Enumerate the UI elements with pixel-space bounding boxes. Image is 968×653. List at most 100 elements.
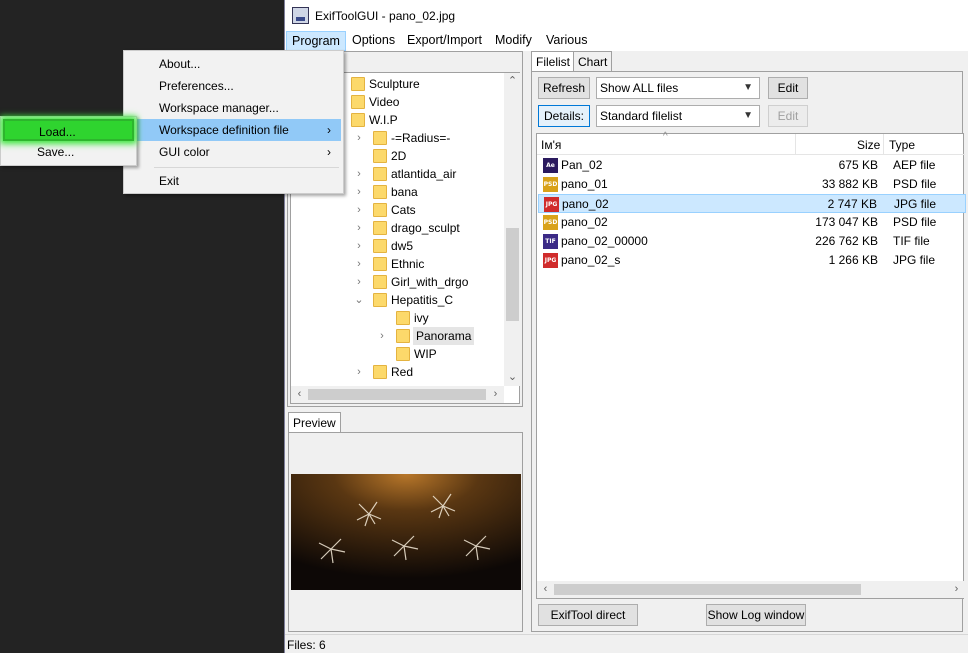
tree-folder-label: dw5 [391, 239, 414, 253]
filelist-hscroll-thumb[interactable] [554, 584, 861, 595]
preview-area [288, 432, 523, 632]
menu-program[interactable]: Program [286, 31, 346, 51]
menu-item-preferences[interactable]: Preferences... [126, 75, 341, 97]
folder-icon [373, 167, 387, 181]
expand-right-icon[interactable]: › [353, 219, 365, 237]
file-type-icon: Ae [543, 158, 558, 173]
menu-export-import[interactable]: Export/Import [402, 31, 487, 51]
tree-folder-label: Ethnic [391, 257, 425, 271]
exiftool-direct-button[interactable]: ExifTool direct [538, 604, 638, 626]
expand-right-icon[interactable]: › [353, 273, 365, 291]
menu-item-exit[interactable]: Exit [126, 170, 341, 192]
menu-options[interactable]: Options [347, 31, 400, 51]
scroll-left-icon[interactable]: ‹ [537, 581, 554, 598]
expand-right-icon[interactable]: › [353, 129, 365, 147]
tree-folder-label: Video [369, 95, 400, 109]
tree-folder-label: bana [391, 185, 418, 199]
app-icon [292, 7, 309, 24]
file-name: pano_02_s [561, 253, 621, 267]
tree-horizontal-scrollbar[interactable]: ‹ › [291, 386, 504, 403]
expand-right-icon[interactable]: › [353, 255, 365, 273]
expand-right-icon[interactable]: › [353, 183, 365, 201]
expand-right-icon[interactable]: › [376, 327, 388, 345]
file-type: AEP file [893, 158, 936, 172]
tree-vertical-scrollbar[interactable]: ⌃ ⌄ [504, 73, 521, 386]
submenu-item-save[interactable]: Save... [3, 141, 134, 163]
scroll-right-icon[interactable]: › [948, 581, 965, 598]
tree-folder-label: Panorama [413, 327, 475, 345]
tree-folder-label: WIP [414, 347, 437, 361]
window-title: ExifToolGUI - pano_02.jpg [315, 9, 456, 23]
menu-various[interactable]: Various [541, 31, 592, 51]
expand-right-icon[interactable]: › [353, 363, 365, 381]
file-name: Pan_02 [561, 158, 603, 172]
file-name: pano_02 [562, 197, 609, 211]
folder-icon [396, 329, 410, 343]
workspace-submenu: Load... Save... [0, 116, 137, 166]
file-type-icon: PSD [543, 215, 558, 230]
tree-hscroll-thumb[interactable] [308, 389, 486, 400]
tree-folder-label: Girl_with_drgo [391, 275, 469, 289]
submenu-arrow-icon: › [327, 123, 331, 137]
tab-preview[interactable]: Preview [288, 412, 341, 433]
file-row[interactable]: JPG pano_02_s 1 266 KB JPG file [538, 251, 966, 270]
view-select[interactable]: Standard filelist ▼ [596, 105, 760, 127]
tree-folder-label: Sculpture [369, 77, 420, 91]
folder-icon [373, 221, 387, 235]
menu-modify[interactable]: Modify [490, 31, 537, 51]
tree-folder-label: Hepatitis_C [391, 293, 454, 307]
file-type: PSD file [893, 177, 937, 191]
folder-icon [373, 257, 387, 271]
show-log-window-button[interactable]: Show Log window [706, 604, 806, 626]
menu-item-gui-color[interactable]: GUI color › [126, 141, 341, 163]
file-row[interactable]: JPG pano_02 2 747 KB JPG file [538, 194, 966, 213]
menu-item-workspace-manager[interactable]: Workspace manager... [126, 97, 341, 119]
scroll-up-icon[interactable]: ⌃ [504, 73, 521, 90]
column-type-header[interactable]: Type [889, 138, 915, 152]
expand-right-icon[interactable]: › [353, 201, 365, 219]
tab-filelist[interactable]: Filelist [531, 51, 576, 72]
folder-icon [373, 293, 387, 307]
sort-ascending-icon: ^ [663, 131, 668, 142]
edit-view-button[interactable]: Edit [768, 105, 808, 127]
file-name: pano_02 [561, 215, 608, 229]
tree-scroll-thumb[interactable] [506, 228, 519, 321]
edit-filter-button[interactable]: Edit [768, 77, 808, 99]
expand-right-icon[interactable]: › [353, 165, 365, 183]
file-list: Ім'я ^ Size Type Ae Pan_02 675 KB AEP file P… [536, 131, 966, 599]
expand-down-icon[interactable]: ⌄ [353, 291, 365, 309]
tree-folder-label: ivy [414, 311, 429, 325]
scroll-left-icon[interactable]: ‹ [291, 386, 308, 403]
menu-item-workspace-definition-file[interactable]: Workspace definition file › [126, 119, 341, 141]
tree-folder-label: Red [391, 365, 414, 379]
chevron-down-icon: ▼ [743, 110, 753, 121]
file-filter-value: Show ALL files [600, 81, 679, 95]
menu-item-label: GUI color [159, 145, 210, 159]
folder-icon [373, 149, 387, 163]
refresh-button[interactable]: Refresh [538, 77, 590, 99]
submenu-item-load[interactable]: Load... [3, 119, 134, 141]
tree-folder-label: drago_sculpt [391, 221, 460, 235]
menu-item-about[interactable]: About... [126, 53, 341, 75]
scroll-right-icon[interactable]: › [487, 386, 504, 403]
tab-chart[interactable]: Chart [573, 51, 613, 71]
file-type-icon: JPG [543, 253, 558, 268]
title-bar: ExifToolGUI - pano_02.jpg [285, 0, 968, 30]
file-row[interactable]: PSD pano_01 33 882 KB PSD file [538, 175, 966, 194]
scroll-down-icon[interactable]: ⌄ [504, 369, 521, 386]
filelist-tab-body: Refresh Show ALL files ▼ Edit Details: S… [531, 71, 966, 632]
filelist-horizontal-scrollbar[interactable]: ‹ › [537, 581, 965, 598]
details-button[interactable]: Details: [538, 105, 590, 127]
submenu-arrow-icon: › [327, 145, 331, 159]
folder-icon [373, 239, 387, 253]
column-divider [883, 134, 884, 155]
menu-bar: Program Options Export/Import Modify Var… [285, 30, 968, 51]
file-row[interactable]: PSD pano_02 173 047 KB PSD file [538, 213, 966, 232]
file-row[interactable]: TIF pano_02_00000 226 762 KB TIF file [538, 232, 966, 251]
file-filter-select[interactable]: Show ALL files ▼ [596, 77, 760, 99]
column-size-header[interactable]: Size [857, 138, 880, 152]
file-row[interactable]: Ae Pan_02 675 KB AEP file [538, 156, 966, 175]
column-name-header[interactable]: Ім'я [541, 138, 561, 152]
expand-right-icon[interactable]: › [353, 237, 365, 255]
file-type: TIF file [893, 234, 930, 248]
